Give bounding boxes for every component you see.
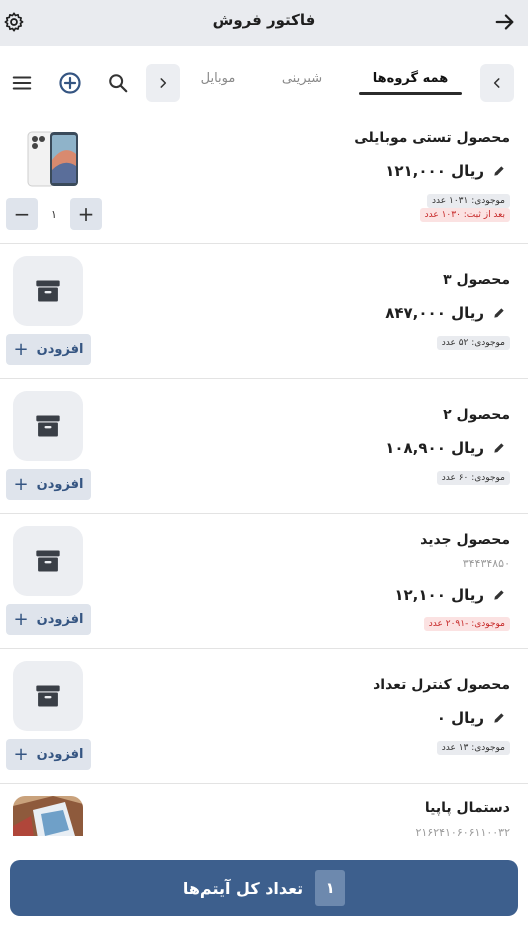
product-row[interactable]: محصول جدید ۳۴۴۳۴۸۵۰ ۱۲,۱۰۰ ریال موجودی: … (0, 514, 528, 649)
plus-icon: + (13, 608, 29, 630)
total-items-count: ۱ (315, 870, 346, 906)
archive-box-icon (13, 526, 83, 596)
plus-icon: + (13, 338, 29, 360)
chevron-left-icon[interactable] (480, 64, 514, 102)
edit-price-icon[interactable] (492, 164, 506, 178)
stock-badge: موجودی: ۱۰۳۱ عدد (427, 194, 510, 208)
decrease-quantity-button[interactable]: − (6, 198, 38, 230)
product-name: محصول ۳ (443, 272, 510, 288)
edit-price-icon[interactable] (492, 441, 506, 455)
category-tabs: همه گروه‌ها شیرینی موبایل (0, 58, 528, 106)
price-value: ۱۰۸,۹۰۰ ریال (385, 439, 484, 457)
archive-box-icon (13, 256, 83, 326)
add-button[interactable]: + افزودن (6, 334, 91, 365)
phone-image (26, 130, 82, 188)
gear-icon[interactable] (3, 11, 25, 33)
total-items-button[interactable]: تعداد کل آیتم‌ها ۱ (10, 860, 518, 916)
product-row[interactable]: محصول ۳ ۸۴۷,۰۰۰ ریال موجودی: ۵۲ عدد + اف… (0, 244, 528, 379)
add-button-label: افزودن (36, 477, 84, 492)
archive-box-icon (13, 661, 83, 731)
edit-price-icon[interactable] (492, 711, 506, 725)
product-price: ۱۰۸,۹۰۰ ریال (385, 439, 506, 457)
search-icon[interactable] (106, 71, 130, 95)
product-name: محصول تستی موبایلی (354, 130, 510, 146)
active-tab-indicator (359, 92, 462, 95)
product-name: محصول ۲ (443, 407, 510, 423)
edit-price-icon[interactable] (492, 588, 506, 602)
plus-icon: + (13, 743, 29, 765)
product-price: ۸۴۷,۰۰۰ ریال (385, 304, 506, 322)
add-button-label: افزودن (36, 612, 84, 627)
menu-icon[interactable] (10, 71, 34, 95)
stock-badge: موجودی: -۲۰۹۱ عدد (423, 617, 510, 631)
product-name: محصول جدید (420, 532, 510, 548)
product-row[interactable]: محصول کنترل تعداد ۰ ریال موجودی: ۱۳ عدد … (0, 649, 528, 784)
product-price: ۰ ریال (437, 709, 506, 727)
archive-box-icon (13, 391, 83, 461)
chevron-right-icon[interactable] (146, 64, 180, 102)
product-price: ۱۲۱,۰۰۰ ریال (385, 162, 506, 180)
stock-badge: موجودی: ۱۳ عدد (436, 741, 510, 755)
add-button[interactable]: + افزودن (6, 739, 91, 770)
stock-badge: موجودی: ۵۲ عدد (436, 336, 510, 350)
quantity-value: ۱ (51, 208, 57, 221)
add-button-label: افزودن (36, 342, 84, 357)
add-circle-icon[interactable] (58, 71, 82, 95)
page-title: فاکتور فروش (212, 11, 316, 29)
after-register-badge: بعد از ثبت: ۱۰۳۰ عدد (419, 208, 510, 222)
product-row[interactable]: محصول ۲ ۱۰۸,۹۰۰ ریال موجودی: ۶۰ عدد + اف… (0, 379, 528, 514)
price-value: ۸۴۷,۰۰۰ ریال (385, 304, 484, 322)
product-name: دستمال پاپیا (424, 800, 510, 816)
product-price: ۱۲,۱۰۰ ریال (394, 586, 506, 604)
price-value: ۱۲,۱۰۰ ریال (394, 586, 484, 604)
app-bar: فاکتور فروش (0, 0, 528, 46)
price-value: ۱۲۱,۰۰۰ ریال (385, 162, 484, 180)
price-value: ۰ ریال (436, 709, 484, 727)
tab-all-groups[interactable]: همه گروه‌ها (359, 71, 462, 86)
total-items-label: تعداد کل آیتم‌ها (182, 878, 304, 898)
increase-quantity-button[interactable]: + (70, 198, 102, 230)
tab-mobile[interactable]: موبایل (186, 71, 250, 86)
add-button[interactable]: + افزودن (6, 604, 91, 635)
plus-icon: + (13, 473, 29, 495)
edit-price-icon[interactable] (492, 306, 506, 320)
add-button-label: افزودن (36, 747, 84, 762)
arrow-right-icon[interactable] (494, 11, 516, 33)
product-code: ۳۴۴۳۴۸۵۰ (462, 557, 510, 570)
product-name: محصول کنترل تعداد (373, 677, 510, 693)
stock-badge: موجودی: ۶۰ عدد (436, 471, 510, 485)
tab-sweets[interactable]: شیرینی (272, 71, 332, 86)
add-button[interactable]: + افزودن (6, 469, 91, 500)
